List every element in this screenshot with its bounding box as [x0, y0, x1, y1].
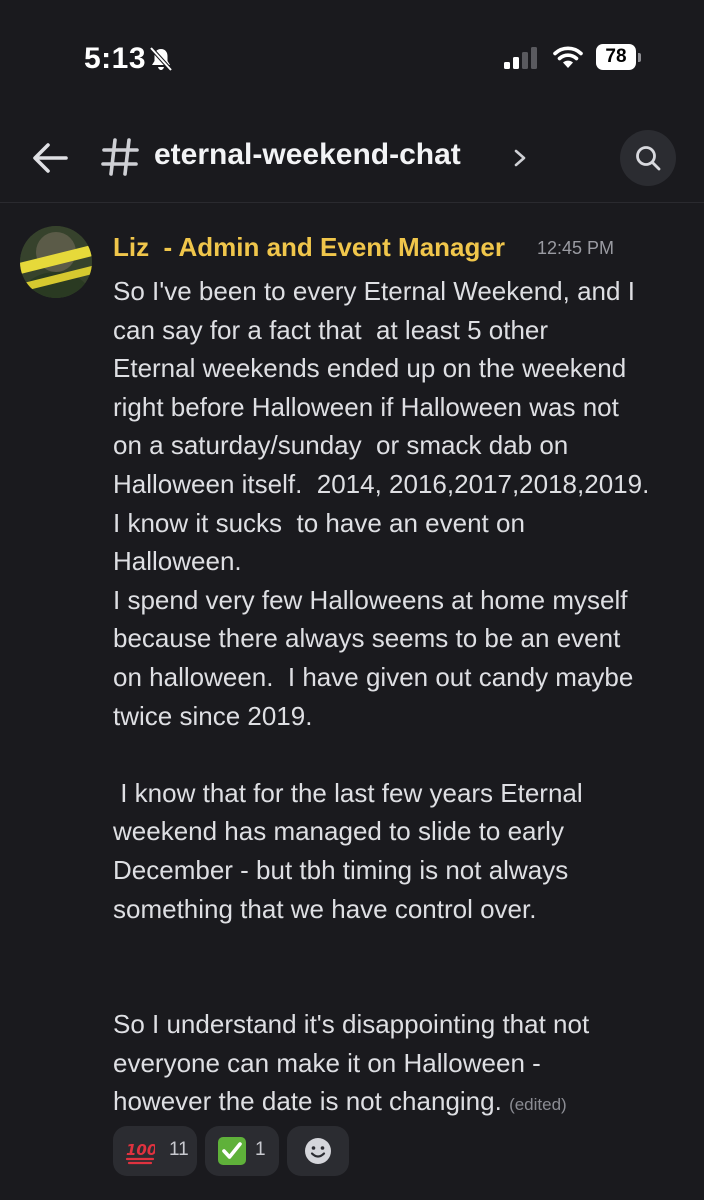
message-line: Halloween itself. 2014, 2016,2017,2018,2…	[113, 468, 650, 499]
message-line	[113, 928, 693, 967]
message-line: because there always seems to be an even…	[113, 623, 621, 654]
avatar-image	[20, 226, 92, 298]
message-line	[113, 967, 693, 1006]
message-line: right before Halloween if Halloween was …	[113, 391, 619, 422]
svg-text:100: 100	[126, 1141, 155, 1159]
status-bar: 5:13 78	[0, 0, 704, 110]
chevron-right-icon[interactable]	[512, 148, 528, 168]
add-reaction-icon	[305, 1138, 331, 1164]
avatar[interactable]	[20, 226, 92, 298]
message-line: Eternal weekends ended up on the weekend	[113, 353, 627, 384]
message-content: So I've been to every Eternal Weekend, a…	[113, 272, 693, 1121]
reaction-check-mark[interactable]: 1	[205, 1126, 279, 1176]
back-arrow-icon[interactable]	[28, 138, 72, 178]
reaction-count: 11	[169, 1139, 189, 1160]
channel-hash-icon	[101, 138, 139, 176]
message-line: on a saturday/sunday or smack dab on	[113, 430, 569, 461]
message-author[interactable]: Liz - Admin and Event Manager	[113, 232, 505, 263]
channel-header: eternal-weekend-chat	[0, 110, 704, 203]
message-line: everyone can make it on Halloween -	[113, 1047, 541, 1078]
message-line-text: however the date is not changing.	[113, 1086, 502, 1117]
message-line: December - but tbh timing is not always	[113, 854, 569, 885]
check-mark-button-icon	[218, 1137, 246, 1165]
message-line: on halloween. I have given out candy may…	[113, 661, 634, 692]
wifi-icon	[553, 46, 583, 68]
message-line	[113, 735, 693, 774]
message-line: Halloween.	[113, 546, 242, 577]
add-reaction-button[interactable]	[287, 1126, 349, 1176]
cellular-signal-icon	[504, 47, 537, 69]
chat-message: Liz - Admin and Event Manager 12:45 PM S…	[0, 210, 704, 1200]
message-timestamp: 12:45 PM	[537, 238, 615, 258]
reaction-hundred-points[interactable]: 100 11	[113, 1126, 197, 1176]
message-line: I spend very few Halloweens at home myse…	[113, 584, 628, 615]
search-icon	[636, 146, 661, 171]
message-line: twice since 2019.	[113, 700, 313, 731]
hundred-points-icon: 100	[125, 1141, 155, 1165]
message-line: can say for a fact that at least 5 other	[113, 314, 549, 345]
message-line: weekend has managed to slide to early	[113, 816, 564, 847]
message-line: So I understand it's disappointing that …	[113, 1009, 590, 1040]
search-button[interactable]	[620, 130, 676, 186]
battery-nub	[638, 53, 641, 62]
message-line: something that we have control over.	[113, 893, 537, 924]
message-line-last: however the date is not changing. (edite…	[113, 1082, 693, 1121]
channel-name[interactable]: eternal-weekend-chat	[154, 138, 461, 172]
edited-label: (edited)	[509, 1095, 567, 1115]
message-line: I know that for the last few years Etern…	[113, 777, 583, 808]
reaction-count: 1	[255, 1139, 266, 1160]
battery-indicator: 78	[596, 44, 636, 70]
bell-off-icon	[149, 46, 173, 72]
message-line: So I've been to every Eternal Weekend, a…	[113, 276, 635, 306]
message-line: I know it sucks to have an event on	[113, 507, 525, 538]
status-time: 5:13	[84, 42, 147, 75]
